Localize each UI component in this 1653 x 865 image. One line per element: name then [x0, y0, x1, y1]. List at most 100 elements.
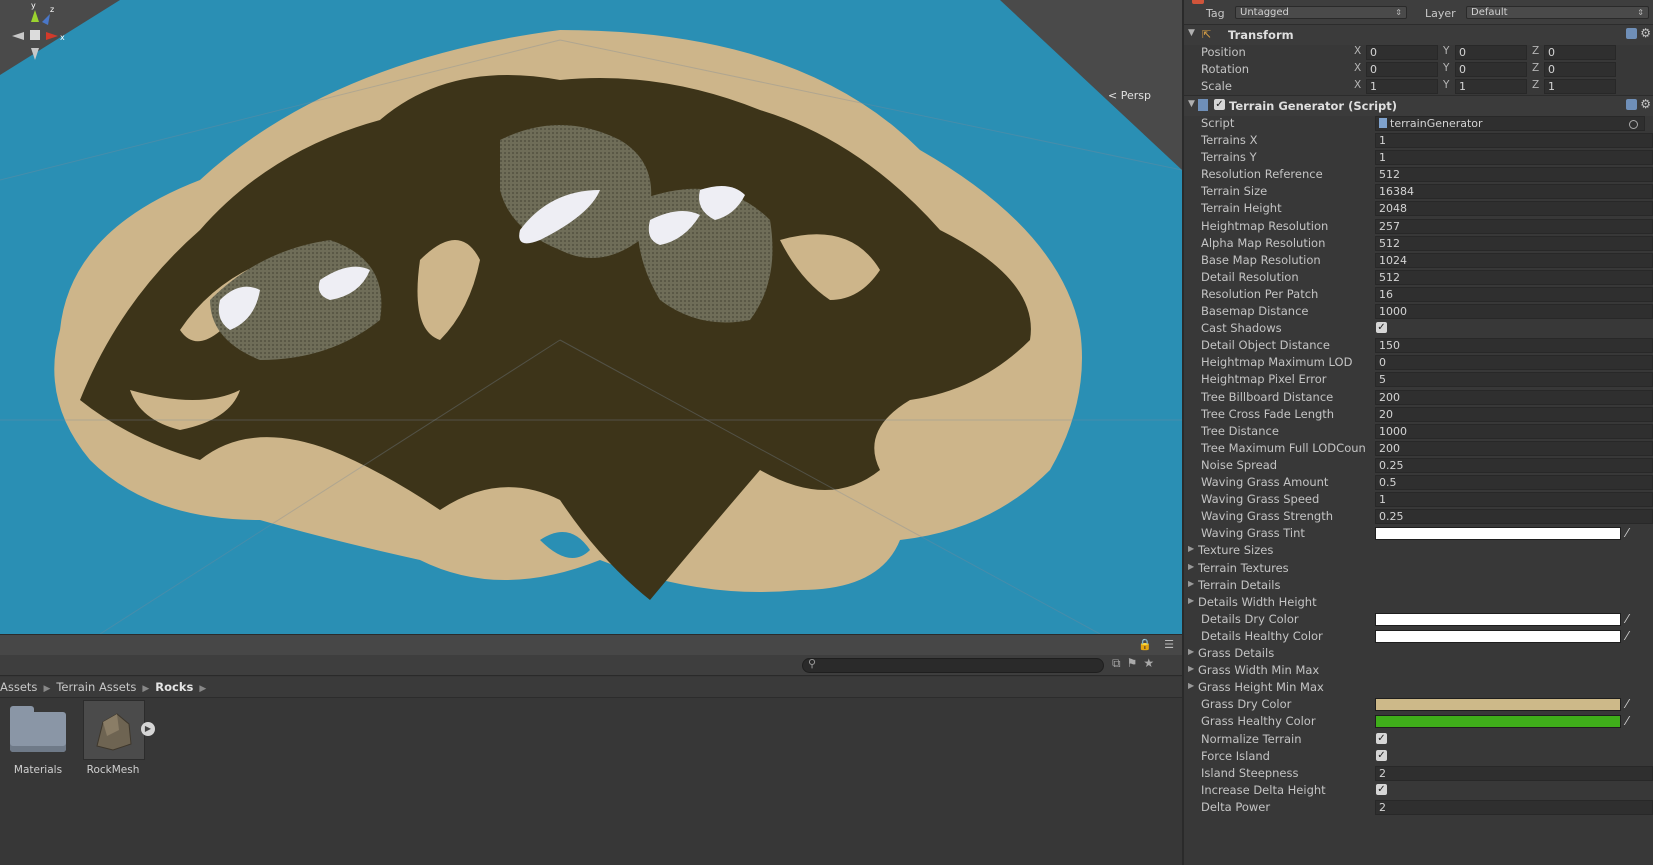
- detail-object-distance-field[interactable]: 150: [1375, 338, 1653, 354]
- eyedropper-icon[interactable]: ⁄: [1626, 697, 1628, 711]
- field-row-waving-grass-tint: Waving Grass Tint ⁄: [1184, 525, 1653, 543]
- gear-icon[interactable]: ⚙: [1640, 97, 1651, 111]
- foldout-arrow-icon[interactable]: ▼: [1188, 99, 1195, 109]
- tree-distance-field[interactable]: 1000: [1375, 423, 1653, 439]
- transform-scale-y-field[interactable]: 1: [1455, 79, 1527, 94]
- help-icon[interactable]: [1626, 28, 1637, 39]
- base-map-resolution-field[interactable]: 1024: [1375, 252, 1653, 268]
- panel-menu-icon[interactable]: ☰: [1164, 638, 1174, 651]
- script-object-field[interactable]: terrainGenerator: [1375, 116, 1645, 131]
- tree-cross-fade-length-field[interactable]: 20: [1375, 406, 1653, 422]
- object-picker-icon[interactable]: [1629, 120, 1638, 129]
- force-island-checkbox[interactable]: ✓: [1376, 749, 1387, 761]
- foldout-arrow-icon[interactable]: ▶: [1188, 647, 1194, 656]
- resolution-reference-field[interactable]: 512: [1375, 167, 1653, 183]
- search-input[interactable]: ⚲: [802, 657, 1104, 673]
- noise-spread-field[interactable]: 0.25: [1375, 457, 1653, 473]
- help-icon[interactable]: [1626, 99, 1637, 110]
- gear-icon[interactable]: ⚙: [1640, 26, 1651, 40]
- transform-position-y-field[interactable]: 0: [1455, 45, 1527, 60]
- eyedropper-icon[interactable]: ⁄: [1626, 612, 1628, 626]
- field-row-terrains-y: Terrains Y 1: [1184, 149, 1653, 167]
- layer-dropdown[interactable]: Default ⇕: [1466, 6, 1649, 19]
- lock-icon[interactable]: 🔒: [1138, 638, 1152, 651]
- foldout-arrow-icon[interactable]: ▼: [1188, 28, 1195, 38]
- field-row-terrain-details[interactable]: ▶ Terrain Details: [1184, 577, 1653, 595]
- increase-delta-height-checkbox[interactable]: ✓: [1376, 783, 1387, 795]
- mesh-icon: ▶: [83, 700, 155, 760]
- island-steepness-field[interactable]: 2: [1375, 765, 1653, 781]
- transform-header[interactable]: ▼ ⇱ Transform ⚙: [1184, 24, 1653, 45]
- delta-power-field[interactable]: 2: [1375, 799, 1653, 815]
- scene-view[interactable]: y x z < Persp: [0, 0, 1182, 634]
- details-healthy-color-color-swatch[interactable]: [1375, 629, 1621, 643]
- asset-rockmesh[interactable]: ▶ RockMesh: [77, 700, 155, 776]
- play-icon[interactable]: ▶: [141, 722, 155, 736]
- transform-rotation-y-field[interactable]: 0: [1455, 62, 1527, 77]
- terrain-height-field[interactable]: 2048: [1375, 201, 1653, 217]
- terrain-size-field[interactable]: 16384: [1375, 184, 1653, 200]
- waving-grass-tint-color-swatch[interactable]: [1375, 527, 1621, 541]
- terrains-y-field[interactable]: 1: [1375, 150, 1653, 166]
- breadcrumb-separator-icon: ▶: [199, 684, 207, 694]
- grass-dry-color-color-swatch[interactable]: [1375, 698, 1621, 712]
- breadcrumb-rocks[interactable]: Rocks: [155, 677, 193, 697]
- resolution-per-patch-field[interactable]: 16: [1375, 286, 1653, 302]
- field-row-alpha-map-resolution: Alpha Map Resolution 512: [1184, 235, 1653, 253]
- tree-maximum-full-lodcoun-field[interactable]: 200: [1375, 440, 1653, 456]
- heightmap-pixel-error-field[interactable]: 5: [1375, 372, 1653, 388]
- waving-grass-speed-field[interactable]: 1: [1375, 492, 1653, 508]
- heightmap-resolution-field[interactable]: 257: [1375, 218, 1653, 234]
- breadcrumb-terrain-assets[interactable]: Terrain Assets: [56, 677, 136, 697]
- favorite-star-icon[interactable]: ★: [1143, 656, 1160, 670]
- eyedropper-icon[interactable]: ⁄: [1626, 526, 1628, 540]
- axis-y-label: Y: [1443, 62, 1450, 74]
- tree-billboard-distance-field[interactable]: 200: [1375, 389, 1653, 405]
- transform-position-z-field[interactable]: 0: [1544, 45, 1616, 60]
- terrain-render[interactable]: [0, 0, 1182, 634]
- foldout-arrow-icon[interactable]: ▶: [1188, 664, 1194, 673]
- breadcrumb-assets[interactable]: Assets: [0, 677, 37, 697]
- transform-rotation-z-field[interactable]: 0: [1544, 62, 1616, 77]
- field-row-heightmap-pixel-error: Heightmap Pixel Error 5: [1184, 371, 1653, 389]
- component-enabled-checkbox[interactable]: ✓: [1214, 99, 1225, 110]
- terrains-x-field[interactable]: 1: [1375, 133, 1653, 148]
- eyedropper-icon[interactable]: ⁄: [1626, 714, 1628, 728]
- eyedropper-icon[interactable]: ⁄: [1626, 629, 1628, 643]
- foldout-arrow-icon[interactable]: ▶: [1188, 596, 1194, 605]
- tag-dropdown[interactable]: Untagged ⇕: [1235, 6, 1407, 19]
- field-row-terrain-textures[interactable]: ▶ Terrain Textures: [1184, 560, 1653, 578]
- details-dry-color-color-swatch[interactable]: [1375, 612, 1621, 626]
- foldout-arrow-icon[interactable]: ▶: [1188, 544, 1194, 553]
- transform-scale-z-field[interactable]: 1: [1544, 79, 1616, 94]
- field-label: Tree Billboard Distance: [1201, 389, 1334, 404]
- foldout-arrow-icon[interactable]: ▶: [1188, 681, 1194, 690]
- transform-scale-x-field[interactable]: 1: [1366, 79, 1438, 94]
- orientation-gizmo[interactable]: y x z: [0, 0, 70, 70]
- field-row-texture-sizes[interactable]: ▶ Texture Sizes: [1184, 542, 1653, 560]
- waving-grass-strength-field[interactable]: 0.25: [1375, 509, 1653, 525]
- basemap-distance-field[interactable]: 1000: [1375, 304, 1653, 319]
- projection-toggle[interactable]: < Persp: [1108, 89, 1151, 102]
- filter-label-icon[interactable]: ⚑: [1127, 656, 1144, 670]
- transform-rotation-x-field[interactable]: 0: [1366, 62, 1438, 77]
- field-row-grass-width-min-max[interactable]: ▶ Grass Width Min Max: [1184, 662, 1653, 680]
- normalize-terrain-checkbox[interactable]: ✓: [1376, 732, 1387, 744]
- filter-type-icon[interactable]: ⧉: [1112, 656, 1127, 670]
- asset-materials[interactable]: Materials: [2, 700, 74, 776]
- transform-position-x-field[interactable]: 0: [1366, 45, 1438, 60]
- script-component-header[interactable]: ▼ ✓ Terrain Generator (Script) ⚙: [1184, 95, 1653, 116]
- foldout-arrow-icon[interactable]: ▶: [1188, 562, 1194, 571]
- field-row-grass-height-min-max[interactable]: ▶ Grass Height Min Max: [1184, 679, 1653, 697]
- field-label: Terrain Size: [1201, 184, 1268, 199]
- alpha-map-resolution-field[interactable]: 512: [1375, 235, 1653, 251]
- field-row-details-width-height[interactable]: ▶ Details Width Height: [1184, 594, 1653, 612]
- field-label: Terrain Details: [1198, 577, 1281, 592]
- heightmap-maximum-lod-field[interactable]: 0: [1375, 355, 1653, 371]
- waving-grass-amount-field[interactable]: 0.5: [1375, 475, 1653, 490]
- foldout-arrow-icon[interactable]: ▶: [1188, 579, 1194, 588]
- grass-healthy-color-color-swatch[interactable]: [1375, 715, 1621, 729]
- detail-resolution-field[interactable]: 512: [1375, 269, 1653, 285]
- cast-shadows-checkbox[interactable]: ✓: [1376, 322, 1387, 334]
- field-row-grass-details[interactable]: ▶ Grass Details: [1184, 645, 1653, 663]
